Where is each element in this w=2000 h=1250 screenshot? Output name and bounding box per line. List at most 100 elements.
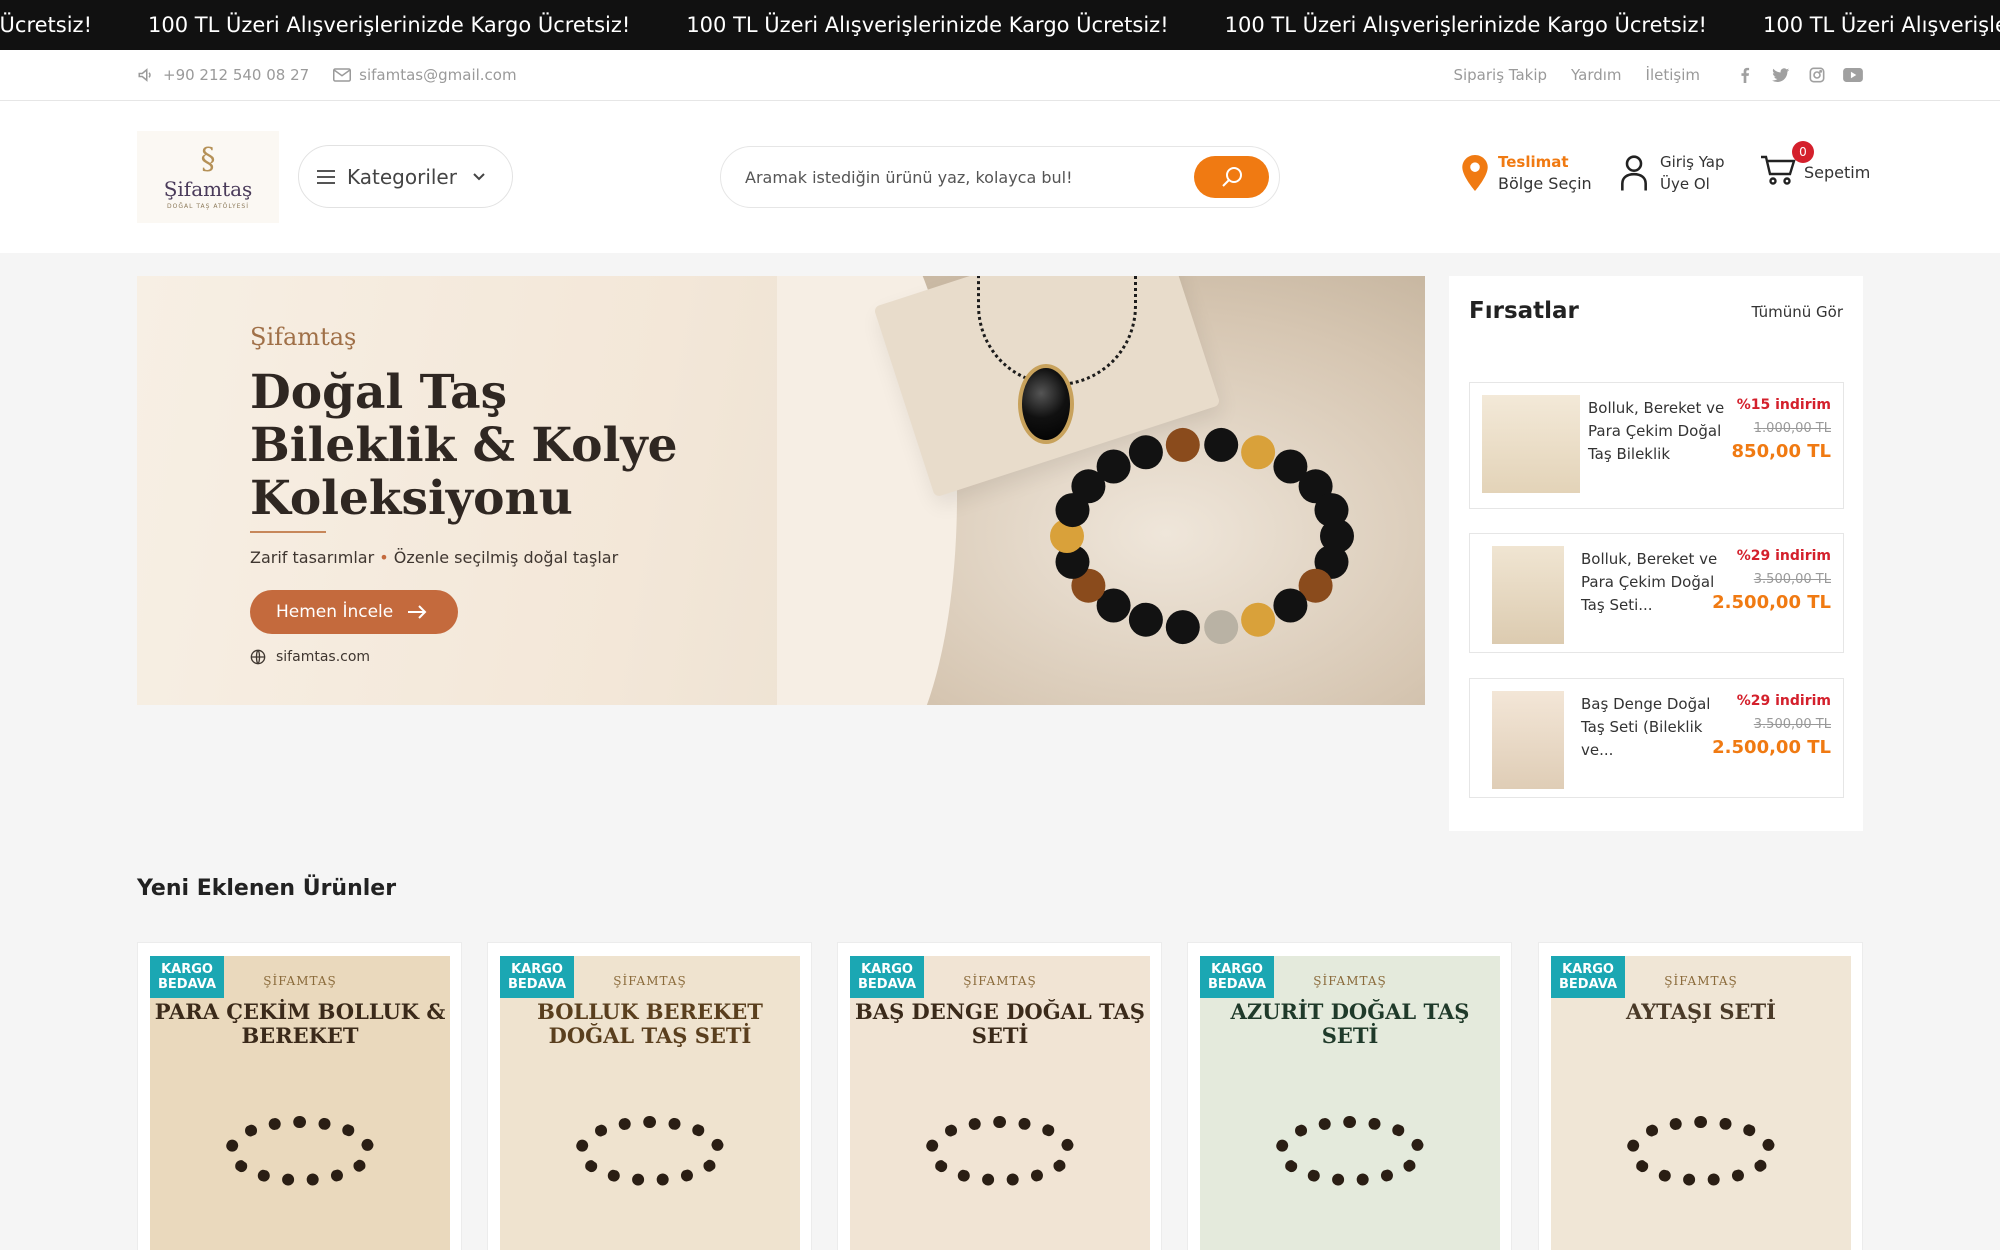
cart-button[interactable]: 0 Sepetim bbox=[1760, 141, 1870, 189]
announcement-text: 100 TL Üzeri Alışverişlerinizde Kargo Üc… bbox=[1224, 13, 1707, 37]
announcement-bar: o Ücretsiz! 100 TL Üzeri Alışverişlerini… bbox=[0, 0, 2000, 50]
bracelet-image bbox=[925, 1116, 1075, 1186]
deal-discount: %15 indirim bbox=[1736, 397, 1831, 413]
bracelet-bead bbox=[1165, 610, 1200, 645]
order-tracking-link[interactable]: Sipariş Takip bbox=[1453, 66, 1547, 84]
top-links: Sipariş Takip Yardım İletişim bbox=[1429, 50, 1700, 100]
hero-website: sifamtas.com bbox=[250, 649, 370, 665]
shop-now-label: Hemen İncele bbox=[276, 602, 394, 622]
email-contact[interactable]: sifamtas@gmail.com bbox=[333, 66, 517, 84]
badge-text: BEDAVA bbox=[158, 977, 216, 992]
deal-item[interactable]: Bolluk, Bereket ve Para Çekim Doğal Taş … bbox=[1469, 382, 1844, 509]
deal-item[interactable]: Baş Denge Doğal Taş Seti (Bileklik ve...… bbox=[1469, 678, 1844, 798]
tagline-part: Zarif tasarımlar bbox=[250, 548, 375, 567]
mail-icon bbox=[333, 68, 352, 82]
search-bar bbox=[720, 146, 1280, 208]
deal-old-price: 3.500,00 TL bbox=[1753, 572, 1831, 587]
bracelet-image bbox=[1626, 1116, 1776, 1186]
site-logo[interactable]: § Şifamtaş DOĞAL TAŞ ATÖLYESİ bbox=[137, 131, 279, 223]
facebook-icon[interactable] bbox=[1735, 65, 1755, 85]
hero-title-line: Doğal Taş bbox=[250, 365, 508, 420]
instagram-icon[interactable] bbox=[1807, 65, 1827, 85]
social-links bbox=[1719, 50, 1863, 100]
product-image: ŞİFAMTAŞ AZURİT DOĞAL TAŞ SETİ bbox=[1200, 956, 1500, 1250]
poster-title: BOLLUK BEREKET DOĞAL TAŞ SETİ bbox=[537, 999, 763, 1048]
poster-title: AZURİT DOĞAL TAŞ SETİ bbox=[1230, 999, 1470, 1048]
megaphone-icon bbox=[138, 68, 151, 82]
bracelet-image bbox=[1050, 427, 1354, 645]
product-card[interactable]: KARGO BEDAVA ŞİFAMTAŞ AZURİT DOĞAL TAŞ SE… bbox=[1187, 942, 1512, 1250]
bracelet-bead bbox=[1314, 493, 1349, 528]
hero-divider bbox=[250, 531, 326, 533]
product-image: ŞİFAMTAŞ AYTAŞI SETİ bbox=[1551, 956, 1851, 1250]
badge-text: BEDAVA bbox=[508, 977, 566, 992]
help-link[interactable]: Yardım bbox=[1571, 66, 1622, 84]
top-info-bar: +90 212 540 08 27 sifamtas@gmail.com Sip… bbox=[0, 50, 2000, 101]
search-input[interactable] bbox=[745, 147, 1185, 207]
product-card[interactable]: KARGO BEDAVA ŞİFAMTAŞ PARA ÇEKİM BOLLUK &… bbox=[137, 942, 462, 1250]
hero-product-photo bbox=[777, 276, 1425, 705]
shop-now-button[interactable]: Hemen İncele bbox=[250, 590, 458, 634]
login-link[interactable]: Giriş Yap bbox=[1660, 151, 1725, 173]
product-card[interactable]: KARGO BEDAVA ŞİFAMTAŞ BOLLUK BEREKET DOĞA… bbox=[487, 942, 812, 1250]
categories-button[interactable]: Kategoriler bbox=[298, 145, 513, 208]
register-link[interactable]: Üye Ol bbox=[1660, 173, 1725, 195]
badge-text: KARGO bbox=[1562, 962, 1614, 977]
deal-name: Baş Denge Doğal Taş Seti (Bileklik ve... bbox=[1581, 695, 1711, 759]
deal-item[interactable]: Bolluk, Bereket ve Para Çekim Doğal Taş … bbox=[1469, 533, 1844, 653]
delivery-region-selector[interactable]: Teslimat Bölge Seçin bbox=[1462, 151, 1592, 195]
bracelet-bead bbox=[1204, 610, 1239, 645]
contact-link[interactable]: İletişim bbox=[1646, 66, 1700, 84]
phone-number: +90 212 540 08 27 bbox=[163, 66, 310, 84]
youtube-icon[interactable] bbox=[1843, 65, 1863, 85]
hero-title-line: Koleksiyonu bbox=[250, 471, 573, 526]
search-button[interactable] bbox=[1194, 156, 1269, 198]
deals-title: Fırsatlar bbox=[1469, 298, 1579, 324]
deal-thumbnail bbox=[1492, 546, 1564, 644]
chevron-down-icon bbox=[473, 172, 485, 180]
badge-text: KARGO bbox=[1211, 962, 1263, 977]
see-all-link[interactable]: Tümünü Gör bbox=[1752, 303, 1843, 321]
poster-title: PARA ÇEKİM BOLLUK & BEREKET bbox=[154, 999, 446, 1048]
deal-thumbnail bbox=[1482, 395, 1580, 493]
website-label: sifamtas.com bbox=[276, 649, 371, 665]
deal-new-price: 2.500,00 TL bbox=[1712, 737, 1831, 758]
bracelet-bead bbox=[1241, 602, 1276, 637]
announcement-text: 100 TL Üzeri Alışverişlerinizde Kargo Üc… bbox=[686, 13, 1169, 37]
product-card[interactable]: KARGO BEDAVA ŞİFAMTAŞ BAŞ DENGE DOĞAL TAŞ… bbox=[837, 942, 1162, 1250]
announcement-track: o Ücretsiz! 100 TL Üzeri Alışverişlerini… bbox=[0, 0, 2000, 50]
bracelet-bead bbox=[1096, 449, 1131, 484]
bracelet-image bbox=[575, 1116, 725, 1186]
badge-text: KARGO bbox=[861, 962, 913, 977]
menu-icon bbox=[317, 166, 335, 188]
hero-title: Doğal Taş Bileklik & Kolye Koleksiyonu bbox=[250, 366, 720, 525]
bracelet-image bbox=[1275, 1116, 1425, 1186]
announcement-text: o Ücretsiz! bbox=[0, 13, 92, 37]
phone-contact[interactable]: +90 212 540 08 27 bbox=[137, 66, 309, 84]
arrow-right-icon bbox=[408, 605, 427, 619]
bracelet-image bbox=[225, 1116, 375, 1186]
bracelet-bead bbox=[1165, 427, 1200, 462]
hero-title-line: Bileklik & Kolye bbox=[250, 418, 678, 473]
hero-banner[interactable]: Şifamtaş Doğal Taş Bileklik & Kolye Kole… bbox=[137, 276, 1425, 705]
new-products-title: Yeni Eklenen Ürünler bbox=[137, 876, 397, 901]
product-image: ŞİFAMTAŞ BAŞ DENGE DOĞAL TAŞ SETİ bbox=[850, 956, 1150, 1250]
product-card[interactable]: KARGO BEDAVA ŞİFAMTAŞ AYTAŞI SETİ bbox=[1538, 942, 1863, 1250]
account-menu[interactable]: Giriş Yap Üye Ol bbox=[1620, 151, 1725, 195]
deal-discount: %29 indirim bbox=[1736, 548, 1831, 564]
bracelet-bead bbox=[1241, 435, 1276, 470]
categories-label: Kategoriler bbox=[347, 164, 457, 189]
badge-text: BEDAVA bbox=[1208, 977, 1266, 992]
twitter-icon[interactable] bbox=[1771, 65, 1791, 85]
hero-tagline: Zarif tasarımlar • Özenle seçilmiş doğal… bbox=[250, 548, 618, 567]
free-shipping-badge: KARGO BEDAVA bbox=[850, 956, 924, 998]
badge-text: KARGO bbox=[511, 962, 563, 977]
deal-name: Bolluk, Bereket ve Para Çekim Doğal Taş … bbox=[1581, 550, 1718, 614]
product-poster: ŞİFAMTAŞ BOLLUK BEREKET DOĞAL TAŞ SETİ bbox=[500, 956, 800, 1250]
bracelet-bead bbox=[1128, 435, 1163, 470]
deal-old-price: 3.500,00 TL bbox=[1753, 717, 1831, 732]
logo-mark-icon: § bbox=[200, 141, 216, 177]
logo-subtitle: DOĞAL TAŞ ATÖLYESİ bbox=[167, 202, 249, 210]
deal-new-price: 850,00 TL bbox=[1731, 441, 1831, 462]
user-icon bbox=[1621, 155, 1647, 191]
